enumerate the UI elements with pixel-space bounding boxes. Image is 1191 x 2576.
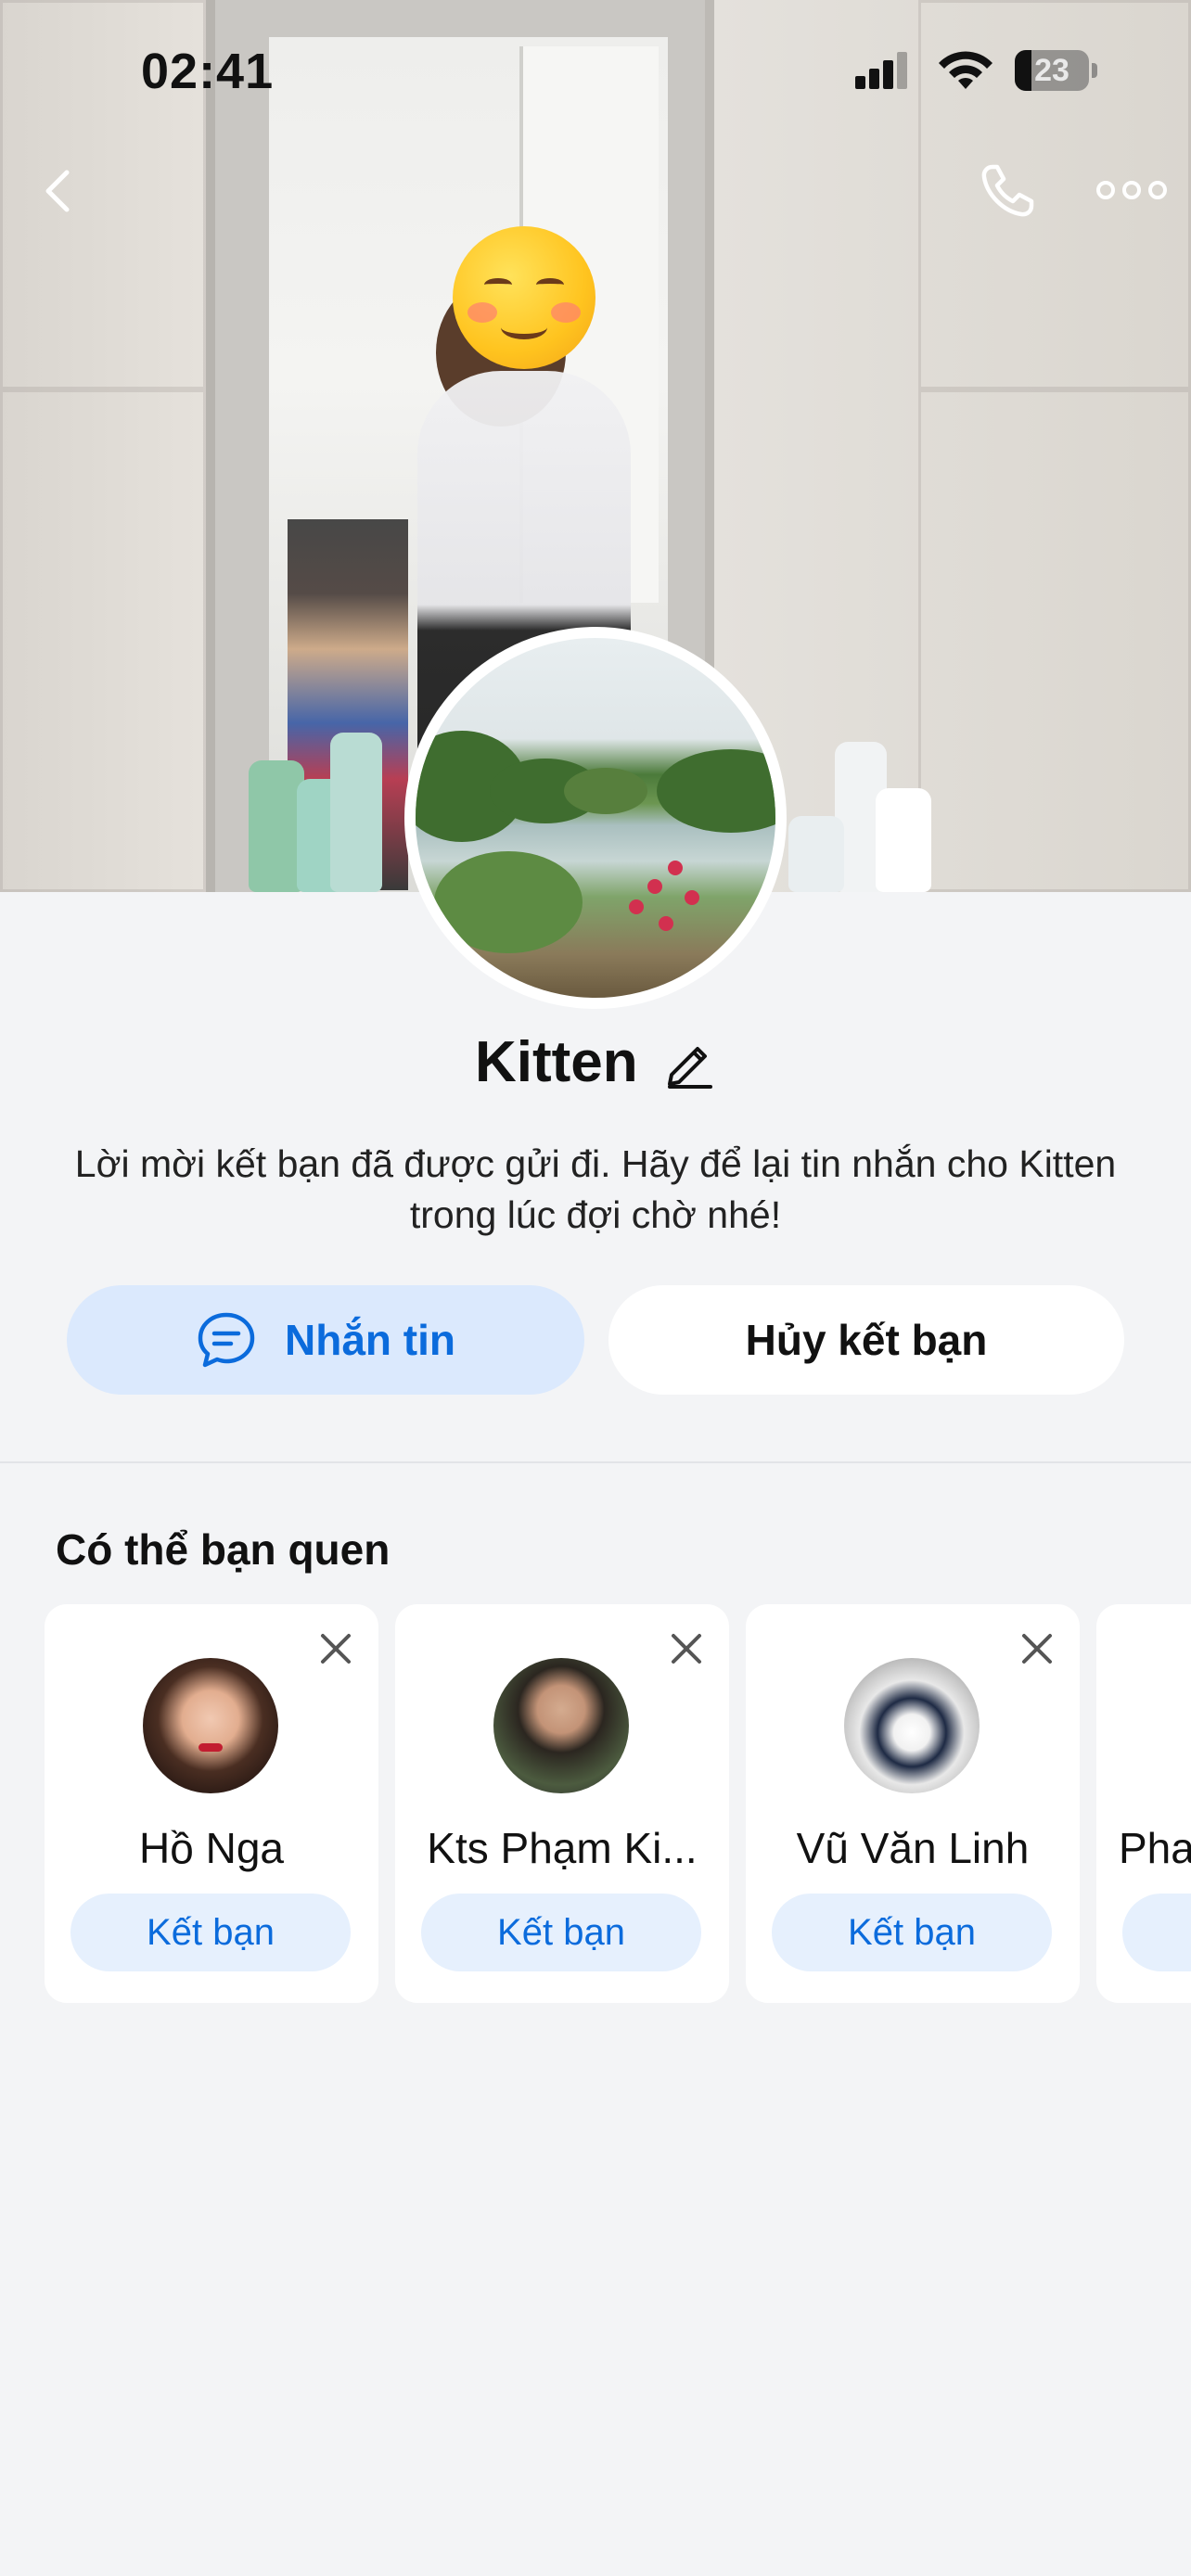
suggestions-title: Có thể bạn quen (56, 1525, 391, 1574)
cancel-friend-request-button[interactable]: Hủy kết bạn (608, 1285, 1124, 1395)
close-icon[interactable] (668, 1630, 705, 1667)
avatar-image (416, 638, 775, 998)
chat-bubble-icon (198, 1312, 255, 1368)
message-button[interactable]: Nhắn tin (67, 1285, 584, 1395)
suggestion-name: Pha (1119, 1824, 1191, 1872)
chevron-left-icon[interactable] (32, 163, 87, 219)
close-icon[interactable] (317, 1630, 354, 1667)
suggestion-card[interactable]: Pha (1096, 1604, 1191, 2003)
cancel-button-label: Hủy kết bạn (745, 1316, 988, 1364)
suggestion-name: Kts Phạm Ki... (427, 1824, 698, 1872)
battery-percent: 23 (1034, 53, 1069, 88)
suggestion-name: Vũ Văn Linh (796, 1824, 1030, 1872)
wall-tile (918, 389, 1191, 892)
suggestion-card[interactable]: Hồ Nga Kết bạn (45, 1604, 378, 2003)
add-friend-button[interactable]: Kết bạn (70, 1894, 351, 1971)
bottle (788, 816, 844, 892)
suggestion-card[interactable]: Vũ Văn Linh Kết bạn (746, 1604, 1080, 2003)
phone-icon[interactable] (976, 159, 1039, 223)
profile-avatar[interactable] (404, 627, 787, 1009)
more-dots-icon[interactable] (1095, 167, 1169, 213)
bottle (249, 760, 304, 892)
add-friend-label: Kết bạn (848, 1911, 976, 1953)
avatar[interactable] (143, 1658, 278, 1793)
status-time: 02:41 (141, 44, 275, 99)
add-friend-label: Kết bạn (497, 1911, 625, 1953)
close-icon[interactable] (1018, 1630, 1056, 1667)
signal-icon (855, 52, 909, 89)
divider (0, 1461, 1191, 1463)
friend-request-message: Lời mời kết bạn đã được gửi đi. Hãy để l… (74, 1142, 1117, 1236)
bottle (330, 733, 382, 892)
bottle (876, 788, 931, 892)
add-friend-label: Kết bạn (147, 1911, 275, 1953)
pencil-icon[interactable] (662, 1036, 716, 1090)
add-friend-button[interactable]: Kết bạn (772, 1894, 1052, 1971)
suggestion-name: Hồ Nga (139, 1824, 284, 1872)
message-button-label: Nhắn tin (285, 1316, 455, 1364)
wifi-icon (939, 51, 992, 89)
smiling-emoji-icon (453, 226, 596, 369)
avatar[interactable] (844, 1658, 980, 1793)
add-friend-button[interactable] (1122, 1894, 1191, 1971)
profile-name-row: Kitten (0, 1029, 1191, 1103)
add-friend-button[interactable]: Kết bạn (421, 1894, 701, 1971)
wall-tile (0, 389, 206, 892)
avatar[interactable] (493, 1658, 629, 1793)
suggestion-card[interactable]: Kts Phạm Ki... Kết bạn (395, 1604, 729, 2003)
profile-name: Kitten (474, 1030, 638, 1094)
battery-icon: 23 (1015, 50, 1098, 91)
